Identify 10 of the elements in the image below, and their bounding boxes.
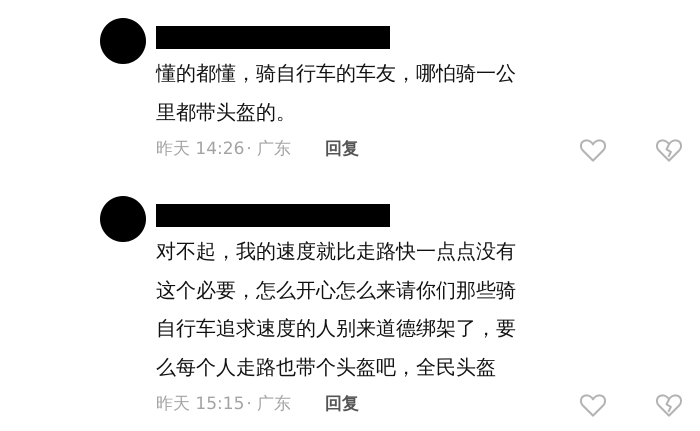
comment-text: 懂的都懂，骑自行车的车友，哪怕骑一公 里都带头盔的。 xyxy=(156,60,516,126)
comment-text: 对不起，我的速度就比走路快一点点没有 这个必要，怎么开心怎么来请你们那些骑 自行车追求速度的人别来道德绑架了，要 么每个人走路也带个头盔吧，全民头盔 xyxy=(156,238,516,380)
timestamp: 昨天 15:15 xyxy=(156,393,244,416)
avatar[interactable] xyxy=(100,18,146,64)
reply-button[interactable]: 回复 xyxy=(325,392,360,418)
avatar[interactable] xyxy=(100,196,146,242)
timestamp: 昨天 14:26 xyxy=(156,138,244,162)
location: · 广东 xyxy=(246,393,292,416)
reply-button[interactable]: 回复 xyxy=(325,137,360,163)
location: · 广东 xyxy=(246,138,292,162)
